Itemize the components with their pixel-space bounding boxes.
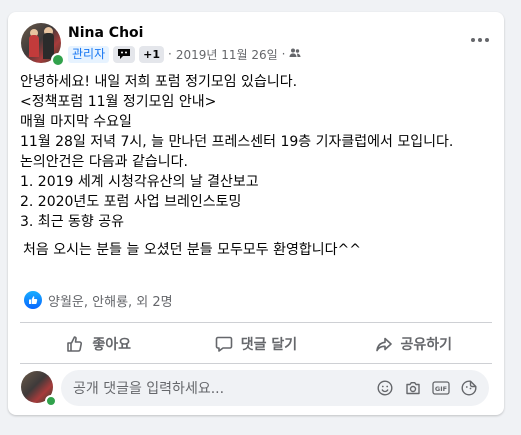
- conversation-starter-badge-icon[interactable]: [113, 45, 136, 63]
- post-meta: 관리자 +1 · 2019년 11월 26일 ·: [68, 45, 301, 63]
- emoji-icon[interactable]: [375, 378, 395, 398]
- like-label: 좋아요: [92, 337, 131, 353]
- more-badges[interactable]: +1: [139, 45, 164, 63]
- thumbs-up-icon: [67, 336, 83, 352]
- camera-icon[interactable]: [403, 378, 423, 398]
- post-line: <정책포럼 11월 정기모임 안내>: [20, 94, 217, 110]
- like-button[interactable]: 좋아요: [20, 327, 177, 361]
- more-dots-icon: [471, 38, 489, 42]
- comment-label: 댓글 달기: [240, 337, 298, 353]
- my-online-dot: [45, 395, 57, 407]
- comment-bubble-icon: [215, 336, 233, 352]
- group-audience-icon: [289, 47, 301, 62]
- comment-tools: GIF: [375, 378, 489, 398]
- post-line: 11월 28일 저녁 7시, 늘 만나던 프레스센터 19층 기자클럽에서 모입…: [20, 134, 454, 150]
- post-body: 안녕하세요! 내일 저희 포럼 정기모임 있습니다. <정책포럼 11월 정기모…: [20, 72, 490, 260]
- divider-top: [20, 322, 492, 323]
- post-line: 매월 마지막 수요일: [20, 114, 132, 130]
- gif-icon[interactable]: GIF: [431, 378, 451, 398]
- post-date[interactable]: 2019년 11월 26일: [176, 46, 278, 63]
- post-line: 2. 2020년도 포럼 사업 브레인스토밍: [20, 194, 242, 210]
- divider-bottom: [20, 363, 492, 364]
- sticker-icon[interactable]: [459, 378, 479, 398]
- reactions-names[interactable]: 양월운, 안해룡, 외 2명: [48, 291, 173, 310]
- post-line: 안녕하세요! 내일 저희 포럼 정기모임 있습니다.: [20, 74, 298, 90]
- post-line: 1. 2019 세계 시청각유산의 날 결산보고: [20, 174, 259, 190]
- comment-composer: 공개 댓글을 입력하세요... GIF: [21, 370, 491, 407]
- comment-input[interactable]: 공개 댓글을 입력하세요... GIF: [61, 370, 489, 406]
- share-arrow-icon: [375, 337, 392, 352]
- author-name[interactable]: Nina Choi: [68, 25, 143, 41]
- more-options-button[interactable]: [468, 28, 492, 52]
- meta-separator-2: ·: [281, 47, 286, 61]
- share-label: 공유하기: [400, 337, 453, 353]
- online-status-dot: [51, 53, 65, 67]
- share-button[interactable]: 공유하기: [335, 327, 492, 361]
- meta-separator: ·: [168, 47, 172, 61]
- like-reaction-icon: [24, 291, 42, 309]
- post-closing-line: 처음 오시는 분들 늘 오셨던 분들 모두모두 환영합니다^^: [23, 242, 361, 258]
- post-line: 논의안건은 다음과 같습니다.: [20, 154, 188, 170]
- post-card: Nina Choi 관리자 +1 · 2019년 11월 26일 · 안녕하세요…: [8, 12, 504, 415]
- comment-button[interactable]: 댓글 달기: [177, 327, 334, 361]
- admin-badge[interactable]: 관리자: [68, 45, 110, 63]
- reactions-summary[interactable]: 양월운, 안해룡, 외 2명: [24, 290, 173, 310]
- comment-placeholder[interactable]: 공개 댓글을 입력하세요...: [61, 378, 375, 398]
- post-actions: 좋아요 댓글 달기 공유하기: [20, 327, 492, 361]
- svg-text:GIF: GIF: [435, 385, 447, 393]
- post-line: 3. 최근 동향 공유: [20, 214, 124, 230]
